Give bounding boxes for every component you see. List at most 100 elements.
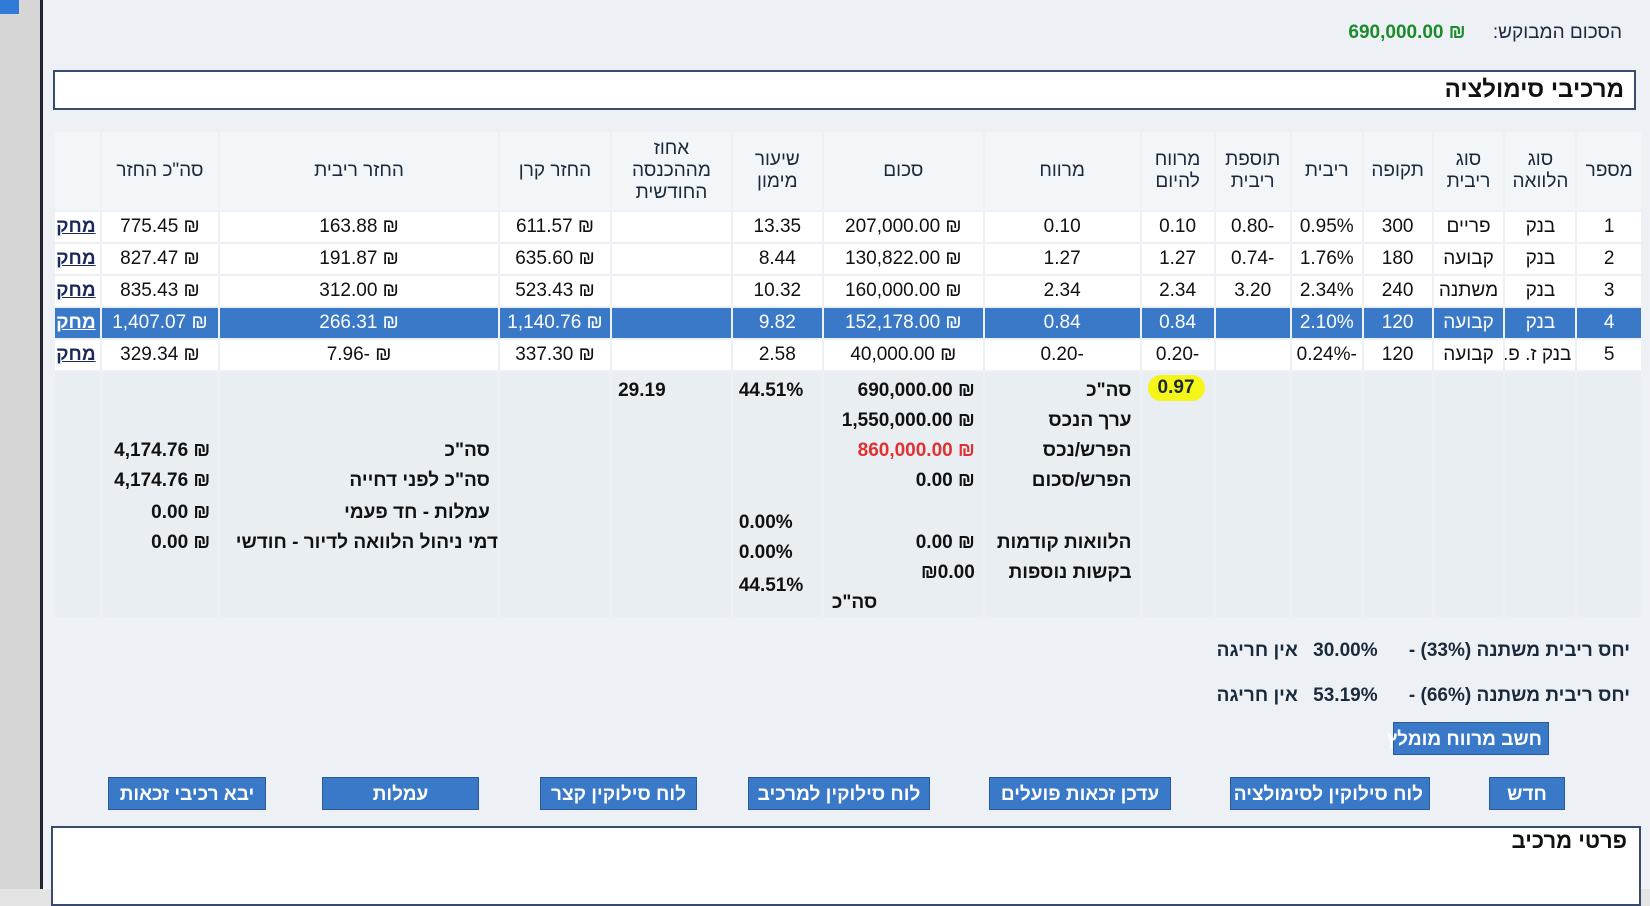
cell	[612, 308, 731, 338]
variable-rate-ratio-33: יחס ריבית משתנה (33%) - 30.00% אין חריגה	[1217, 640, 1630, 662]
summary-cell	[55, 372, 100, 617]
cell: 3.20	[1215, 276, 1290, 306]
summary-cell	[1505, 372, 1576, 617]
table-row-selected[interactable]: 4 בנק קבועה 120 2.10% 0.84 0.84 ₪ 152,17…	[55, 308, 1641, 338]
cell: ₪ 775.45	[101, 212, 219, 242]
cell: 300	[1363, 212, 1432, 242]
cell: 13.35	[732, 212, 822, 242]
calc-recommended-margin-button[interactable]: חשב מרווח מומלץ	[1387, 722, 1549, 755]
fees-button[interactable]: עמלות	[322, 777, 479, 810]
cell: 1.27	[1141, 244, 1214, 274]
cell: 2.34%	[1291, 276, 1362, 306]
delete-link[interactable]: מחק	[56, 280, 96, 301]
cell: 2.58	[732, 340, 822, 370]
summary-cell	[1363, 372, 1432, 617]
summary-previous-loans-amount: ₪ 0.00	[915, 532, 975, 553]
col-header: אחוז מההכנסה החודשית	[612, 132, 731, 210]
ratio-status: אין חריגה	[1216, 685, 1298, 706]
delete-link[interactable]: מחק	[56, 312, 96, 333]
cell: 9.82	[732, 308, 822, 338]
page-content: הסכום המבוקש: ₪ 690,000.00 מרכיבי סימולצ…	[40, 0, 1650, 906]
simulation-table-wrap: מספר סוג הלוואה סוג ריבית תקופה ריבית תו…	[53, 130, 1643, 619]
cell: ₪ 827.47	[101, 244, 219, 274]
variable-rate-ratio-66: יחס ריבית משתנה (66%) - 53.19% אין חריגה	[1217, 685, 1630, 707]
col-header	[55, 132, 100, 210]
cell: בנק	[1505, 244, 1576, 274]
cell	[612, 276, 731, 306]
cell: בנק	[1505, 308, 1576, 338]
simulation-schedule-button[interactable]: לוח סילוקין לסימולציה	[1230, 777, 1430, 810]
cell: ₪ 312.00	[220, 276, 498, 306]
table-row[interactable]: 2 בנק קבועה 180 1.76% -0.74 1.27 1.27 ₪ …	[55, 244, 1641, 274]
summary-diff-property-amount: ₪ 860,000.00	[857, 440, 975, 461]
cell	[1215, 340, 1290, 370]
component-schedule-button[interactable]: לוח סילוקין למרכיב	[748, 777, 930, 810]
cell: ₪ 835.43	[101, 276, 219, 306]
col-header: מספר	[1577, 132, 1641, 210]
cell: -0.24%	[1291, 340, 1362, 370]
table-row[interactable]: 3 בנק משתנה 240 2.34% 3.20 2.34 2.34 ₪ 1…	[55, 276, 1641, 306]
cell: -0.80	[1215, 212, 1290, 242]
summary-diff-property-label: הפרש/נכס	[1042, 440, 1132, 461]
new-button[interactable]: חדש	[1489, 777, 1565, 810]
col-header: החזר ריבית	[220, 132, 498, 210]
summary-diff-amount-label: הפרש/סכום	[1031, 470, 1132, 491]
summary-cell	[1577, 372, 1641, 617]
cell: 2.10%	[1291, 308, 1362, 338]
short-schedule-button[interactable]: לוח סילוקין קצר	[540, 777, 697, 810]
cell	[612, 244, 731, 274]
cell: ₪ 523.43	[499, 276, 611, 306]
cell: ₪ 207,000.00	[823, 212, 983, 242]
section-title: מרכיבי סימולציה	[53, 70, 1636, 110]
col-header: מרווח	[984, 132, 1140, 210]
summary-totals-labels-cell: סה"כ סה"כ לפני דחייה עמלות - חד פעמי דמי…	[220, 372, 498, 617]
table-row[interactable]: 1 בנק פריים 300 0.95% -0.80 0.10 0.10 ₪ …	[55, 212, 1641, 242]
cell: ₪ 152,178.00	[823, 308, 983, 338]
cell: 1.76%	[1291, 244, 1362, 274]
cell: 2.34	[984, 276, 1140, 306]
summary-financing-cell: 44.51% 0.00% 0.00% 44.51%	[732, 372, 822, 617]
simulation-table: מספר סוג הלוואה סוג ריבית תקופה ריבית תו…	[53, 130, 1643, 619]
summary-previous-loans-label: הלוואות קודמות	[996, 532, 1132, 553]
cell: 4	[1577, 308, 1641, 338]
summary-amounts-cell: ₪ 690,000.00 ₪ 1,550,000.00 ₪ 860,000.00…	[823, 372, 983, 617]
update-worker-rights-button[interactable]: עדכן זכאות פועלים	[989, 777, 1171, 810]
col-header: סוג הלוואה	[1505, 132, 1576, 210]
income-percent-total: 29.19	[618, 380, 666, 401]
delete-link[interactable]: מחק	[56, 248, 96, 269]
cell: -0.20	[984, 340, 1140, 370]
cell: ₪ 160,000.00	[823, 276, 983, 306]
totals-mgmt-fees-label: דמי ניהול הלוואה לדיור - חודשי	[235, 532, 498, 553]
cell: ₪ 40,000.00	[823, 340, 983, 370]
delete-cell: מחק	[55, 244, 100, 274]
delete-cell: מחק	[55, 340, 100, 370]
cell: ₪ 635.60	[499, 244, 611, 274]
col-header: סוג ריבית	[1433, 132, 1504, 210]
financing-additional-requests: 0.00%	[738, 542, 793, 563]
ratio-label: יחס ריבית משתנה (33%) -	[1408, 640, 1630, 661]
summary-property-label: ערך הנכס	[1048, 410, 1132, 431]
summary-diff-amount-amount: ₪ 0.00	[915, 470, 975, 491]
ratio-status: אין חריגה	[1216, 640, 1298, 661]
delete-link[interactable]: מחק	[56, 216, 96, 237]
totals-fees-once-value: ₪ 0.00	[151, 502, 211, 523]
cell: 120	[1363, 308, 1432, 338]
cell: 10.32	[732, 276, 822, 306]
cell: 2.34	[1141, 276, 1214, 306]
summary-additional-requests-label: בקשות נוספות	[1008, 562, 1132, 583]
import-rights-components-button[interactable]: יבא רכיבי זכאות	[108, 777, 266, 810]
cell: 3	[1577, 276, 1641, 306]
cell: ₪ 130,822.00	[823, 244, 983, 274]
summary-total-label: סה"כ	[1086, 380, 1132, 401]
requested-value: ₪ 690,000.00	[1348, 22, 1466, 43]
cell: ₪ 163.88	[220, 212, 498, 242]
cell: 240	[1363, 276, 1432, 306]
delete-link[interactable]: מחק	[56, 344, 96, 365]
summary-cell	[1291, 372, 1362, 617]
summary-additional-requests-amount: ₪0.00	[921, 562, 975, 583]
financing-total2: 44.51%	[738, 575, 804, 596]
cell: 0.10	[1141, 212, 1214, 242]
summary-cell	[1433, 372, 1504, 617]
table-row[interactable]: 5 בנק ז. פ. קבועה 120 -0.24% -0.20 -0.20…	[55, 340, 1641, 370]
delete-cell: מחק	[55, 276, 100, 306]
